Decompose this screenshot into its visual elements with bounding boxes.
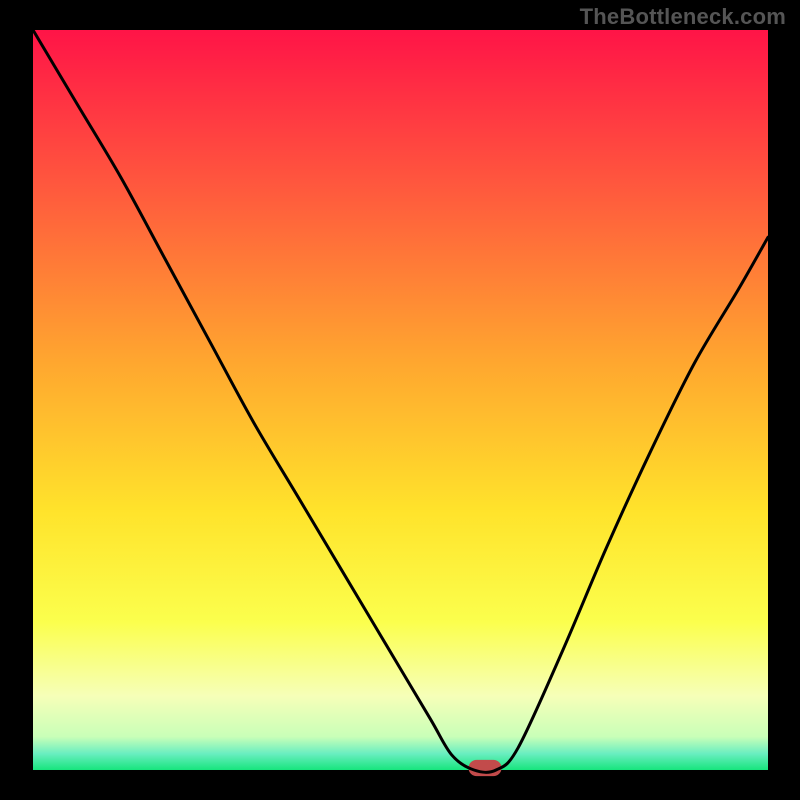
bottleneck-chart [0,0,800,800]
chart-stage: TheBottleneck.com [0,0,800,800]
plot-background [33,30,768,770]
